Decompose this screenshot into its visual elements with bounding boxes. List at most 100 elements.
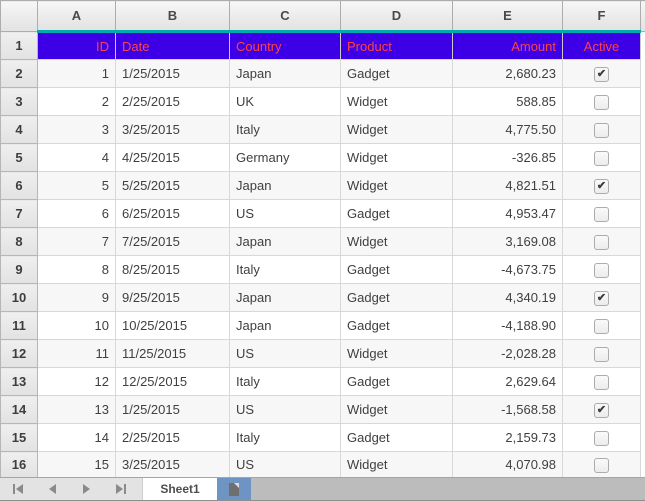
cell-amount[interactable]: 4,821.51 xyxy=(453,172,563,200)
cell-id[interactable]: 1 xyxy=(38,60,116,88)
cell-product[interactable]: Widget xyxy=(341,144,453,172)
column-header-e[interactable]: E xyxy=(453,1,563,32)
cell-country[interactable]: Italy xyxy=(230,116,341,144)
active-checkbox[interactable] xyxy=(594,207,609,222)
active-checkbox[interactable] xyxy=(594,291,609,306)
column-header-a[interactable]: A xyxy=(38,1,116,32)
cell-product[interactable]: Gadget xyxy=(341,60,453,88)
cell-country[interactable]: Germany xyxy=(230,144,341,172)
row-header-7[interactable]: 7 xyxy=(1,200,38,228)
active-checkbox[interactable] xyxy=(594,431,609,446)
cell-id[interactable]: 7 xyxy=(38,228,116,256)
last-sheet-button[interactable] xyxy=(114,484,126,495)
active-checkbox[interactable] xyxy=(594,263,609,278)
row-header-11[interactable]: 11 xyxy=(1,312,38,340)
cell-country[interactable]: Japan xyxy=(230,228,341,256)
row-header-4[interactable]: 4 xyxy=(1,116,38,144)
cell-amount[interactable]: -4,188.90 xyxy=(453,312,563,340)
cell-country[interactable]: Italy xyxy=(230,256,341,284)
cell-date[interactable]: 8/25/2015 xyxy=(116,256,230,284)
first-sheet-button[interactable] xyxy=(12,484,24,495)
active-checkbox[interactable] xyxy=(594,375,609,390)
column-header-b[interactable]: B xyxy=(116,1,230,32)
column-header-d[interactable]: D xyxy=(341,1,453,32)
cell-id[interactable]: 8 xyxy=(38,256,116,284)
active-checkbox[interactable] xyxy=(594,347,609,362)
cell-country[interactable]: US xyxy=(230,340,341,368)
cell-id[interactable]: 9 xyxy=(38,284,116,312)
field-header-country[interactable]: Country xyxy=(230,32,341,60)
field-header-amount[interactable]: Amount xyxy=(453,32,563,60)
cell-date[interactable]: 12/25/2015 xyxy=(116,368,230,396)
cell-country[interactable]: Italy xyxy=(230,368,341,396)
row-header-9[interactable]: 9 xyxy=(1,256,38,284)
cell-id[interactable]: 13 xyxy=(38,396,116,424)
row-header-1[interactable]: 1 xyxy=(1,32,38,60)
cell-country[interactable]: Japan xyxy=(230,284,341,312)
row-header-3[interactable]: 3 xyxy=(1,88,38,116)
row-header-5[interactable]: 5 xyxy=(1,144,38,172)
active-checkbox[interactable] xyxy=(594,123,609,138)
cell-product[interactable]: Widget xyxy=(341,172,453,200)
cell-product[interactable]: Gadget xyxy=(341,200,453,228)
cell-id[interactable]: 11 xyxy=(38,340,116,368)
cell-amount[interactable]: 588.85 xyxy=(453,88,563,116)
cell-product[interactable]: Widget xyxy=(341,340,453,368)
cell-date[interactable]: 2/25/2015 xyxy=(116,88,230,116)
cell-amount[interactable]: 2,680.23 xyxy=(453,60,563,88)
column-header-f[interactable]: F xyxy=(563,1,641,32)
cell-amount[interactable]: 4,340.19 xyxy=(453,284,563,312)
cell-id[interactable]: 12 xyxy=(38,368,116,396)
active-checkbox[interactable] xyxy=(594,235,609,250)
field-header-product[interactable]: Product xyxy=(341,32,453,60)
cell-id[interactable]: 4 xyxy=(38,144,116,172)
cell-amount[interactable]: 2,629.64 xyxy=(453,368,563,396)
cell-date[interactable]: 3/25/2015 xyxy=(116,116,230,144)
field-header-date[interactable]: Date xyxy=(116,32,230,60)
row-header-15[interactable]: 15 xyxy=(1,424,38,452)
active-checkbox[interactable] xyxy=(594,319,609,334)
active-checkbox[interactable] xyxy=(594,403,609,418)
row-header-14[interactable]: 14 xyxy=(1,396,38,424)
cell-product[interactable]: Widget xyxy=(341,452,453,478)
cell-country[interactable]: UK xyxy=(230,88,341,116)
row-header-12[interactable]: 12 xyxy=(1,340,38,368)
cell-product[interactable]: Gadget xyxy=(341,256,453,284)
tab-sheet1[interactable]: Sheet1 xyxy=(143,478,217,500)
cell-product[interactable]: Widget xyxy=(341,88,453,116)
row-header-2[interactable]: 2 xyxy=(1,60,38,88)
cell-product[interactable]: Gadget xyxy=(341,312,453,340)
cell-amount[interactable]: 4,775.50 xyxy=(453,116,563,144)
cell-id[interactable]: 6 xyxy=(38,200,116,228)
cell-amount[interactable]: 4,953.47 xyxy=(453,200,563,228)
cell-amount[interactable]: -326.85 xyxy=(453,144,563,172)
cell-date[interactable]: 1/25/2015 xyxy=(116,60,230,88)
cell-country[interactable]: US xyxy=(230,396,341,424)
column-header-c[interactable]: C xyxy=(230,1,341,32)
cell-date[interactable]: 4/25/2015 xyxy=(116,144,230,172)
active-checkbox[interactable] xyxy=(594,458,609,473)
cell-id[interactable]: 15 xyxy=(38,452,116,478)
cell-product[interactable]: Gadget xyxy=(341,368,453,396)
cell-product[interactable]: Gadget xyxy=(341,424,453,452)
cell-product[interactable]: Widget xyxy=(341,116,453,144)
previous-sheet-button[interactable] xyxy=(46,484,58,495)
cell-date[interactable]: 11/25/2015 xyxy=(116,340,230,368)
active-checkbox[interactable] xyxy=(594,151,609,166)
cell-product[interactable]: Widget xyxy=(341,396,453,424)
active-checkbox[interactable] xyxy=(594,179,609,194)
cell-country[interactable]: Japan xyxy=(230,172,341,200)
active-checkbox[interactable] xyxy=(594,67,609,82)
cell-id[interactable]: 10 xyxy=(38,312,116,340)
cell-date[interactable]: 6/25/2015 xyxy=(116,200,230,228)
cell-date[interactable]: 5/25/2015 xyxy=(116,172,230,200)
cell-date[interactable]: 10/25/2015 xyxy=(116,312,230,340)
cell-product[interactable]: Widget xyxy=(341,228,453,256)
row-header-16[interactable]: 16 xyxy=(1,452,38,478)
cell-country[interactable]: Italy xyxy=(230,424,341,452)
cell-amount[interactable]: 3,169.08 xyxy=(453,228,563,256)
cell-id[interactable]: 2 xyxy=(38,88,116,116)
row-header-13[interactable]: 13 xyxy=(1,368,38,396)
cell-product[interactable]: Gadget xyxy=(341,284,453,312)
cell-date[interactable]: 2/25/2015 xyxy=(116,424,230,452)
